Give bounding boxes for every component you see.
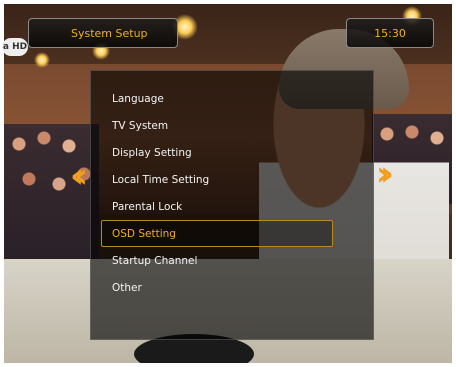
system-setup-menu: Language TV System Display Setting Local… [90, 70, 374, 340]
menu-list: Language TV System Display Setting Local… [101, 85, 333, 301]
page-title: System Setup [71, 26, 148, 40]
chevron-left-decoration: ‹‹ [70, 156, 88, 196]
menu-item-display-setting[interactable]: Display Setting [101, 139, 333, 166]
studio-light [34, 52, 50, 68]
channel-logo: a HD [2, 38, 28, 56]
clock-display: 15:30 [346, 18, 434, 48]
title-bar: System Setup [28, 18, 178, 48]
menu-item-startup-channel[interactable]: Startup Channel [101, 247, 333, 274]
menu-item-parental-lock[interactable]: Parental Lock [101, 193, 333, 220]
menu-item-tv-system[interactable]: TV System [101, 112, 333, 139]
menu-item-osd-setting[interactable]: OSD Setting [101, 220, 333, 247]
menu-item-other[interactable]: Other [101, 274, 333, 301]
menu-item-language[interactable]: Language [101, 85, 333, 112]
clock-time: 15:30 [374, 26, 406, 40]
background-audience [4, 124, 99, 264]
chevron-right-decoration: ›› [376, 154, 394, 194]
menu-item-local-time-setting[interactable]: Local Time Setting [101, 166, 333, 193]
